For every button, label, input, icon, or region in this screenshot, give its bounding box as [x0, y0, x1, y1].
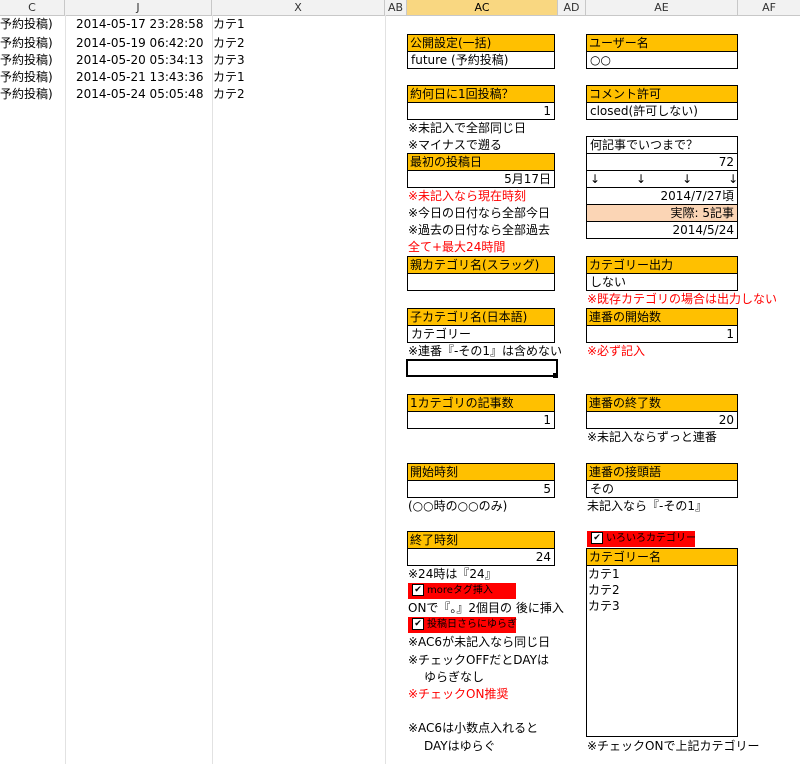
checkmark-icon: ✔: [412, 584, 424, 596]
schedule-category[interactable]: カテ2: [213, 86, 245, 102]
category-name-list[interactable]: カテ1 カテ2 カテ3: [586, 565, 738, 737]
child-category-value[interactable]: カテゴリー: [407, 325, 555, 343]
comment-permission-value[interactable]: closed(許可しない): [586, 102, 738, 120]
arrow-row: ↓ ↓ ↓ ↓: [586, 170, 738, 188]
serial-end-label: 連番の終了数: [586, 394, 738, 412]
checkmark-icon: ✔: [591, 532, 603, 544]
note-past: ※過去の日付なら全部過去: [408, 223, 551, 237]
schedule-datetime[interactable]: 2014-05-21 13:43:36: [76, 69, 203, 85]
interval-label: 約何日に1回投稿？: [407, 85, 555, 103]
public-setting-label: 公開設定(一括): [407, 34, 555, 52]
column-header-c[interactable]: C: [0, 0, 65, 15]
date-fuzz-checkbox[interactable]: ✔ 投稿日さらにゆらぎ: [408, 617, 517, 633]
category-name-label: カテゴリー名: [586, 548, 738, 566]
serial-required-note: ※必ず記入: [587, 344, 646, 358]
note-decimal-1: ※AC6は小数点入れると: [408, 721, 539, 735]
gridline: [65, 15, 66, 764]
schedule-type[interactable]: 予約投稿): [0, 35, 53, 51]
note-decimal-2: DAYはゆらぐ: [424, 739, 496, 753]
note-on: ONで『。』2個目の 後に挿入: [408, 601, 564, 615]
note-recommend: ※チェックON推奨: [408, 687, 509, 701]
serial-end-note: ※未記入ならずっと連番: [587, 430, 717, 444]
more-tag-checkbox-label: moreタグ挿入: [427, 585, 493, 596]
parent-category-label: 親カテゴリ名(スラッグ): [407, 256, 555, 274]
checkmark-icon: ✔: [412, 618, 424, 630]
gridline: [212, 15, 213, 764]
interval-value[interactable]: 1: [407, 102, 555, 120]
note-off-1: ※チェックOFFだとDAYは: [408, 653, 549, 667]
serial-end-value[interactable]: 20: [586, 411, 738, 429]
schedule-type[interactable]: 予約投稿): [0, 69, 53, 85]
articles-per-category-value[interactable]: 1: [407, 411, 555, 429]
column-header-bar: C J X AB AC AD AE AF: [0, 0, 800, 16]
actual-count: 実際: 5記事: [586, 204, 738, 222]
column-header-af[interactable]: AF: [738, 0, 800, 15]
end-time-label: 終了時刻: [407, 531, 555, 549]
prefix-label: 連番の接頭語: [586, 463, 738, 481]
note-today: ※今日の日付なら全部今日: [408, 206, 551, 220]
column-header-ad[interactable]: AD: [558, 0, 586, 15]
start-time-note: (○○時の○○のみ): [408, 499, 508, 513]
category-output-value[interactable]: しない: [586, 273, 738, 291]
schedule-datetime[interactable]: 2014-05-20 05:34:13: [76, 52, 203, 68]
multi-category-checkbox-label: いろいろカテゴリー: [606, 533, 696, 544]
note-24: ※24時は『24』: [408, 567, 497, 581]
start-time-label: 開始時刻: [407, 463, 555, 481]
date-fuzz-checkbox-label: 投稿日さらにゆらぎ: [427, 619, 517, 630]
serial-start-value[interactable]: 1: [586, 325, 738, 343]
public-setting-value[interactable]: future (予約投稿): [407, 51, 555, 69]
category-name-item[interactable]: カテ1: [587, 566, 737, 582]
column-header-ae[interactable]: AE: [586, 0, 738, 15]
articles-per-category-label: 1カテゴリの記事数: [407, 394, 555, 412]
schedule-category[interactable]: カテ3: [213, 52, 245, 68]
user-name-value[interactable]: ○○: [586, 51, 738, 69]
comment-permission-label: コメント許可: [586, 85, 738, 103]
bottom-note: ※チェックONで上記カテゴリー: [587, 739, 760, 753]
category-output-label: カテゴリー出力: [586, 256, 738, 274]
category-output-note: ※既存カテゴリの場合は出力しない: [587, 292, 778, 306]
until-date: 2014/7/27頃: [586, 187, 738, 205]
parent-category-value[interactable]: [407, 273, 555, 291]
note-now: ※未記入なら現在時刻: [408, 189, 527, 203]
schedule-category[interactable]: カテ2: [213, 35, 245, 51]
start-time-value[interactable]: 5: [407, 480, 555, 498]
prefix-note: 未記入なら『-その1』: [587, 499, 707, 513]
first-post-value[interactable]: 5月17日: [407, 170, 555, 188]
first-post-label: 最初の投稿日: [407, 153, 555, 171]
actual-date: 2014/5/24: [586, 221, 738, 239]
schedule-type[interactable]: 予約投稿): [0, 52, 53, 68]
note-max: 全て+最大24時間: [408, 240, 506, 254]
gridline: [385, 15, 386, 764]
category-name-item[interactable]: カテ3: [587, 598, 737, 614]
column-header-ab[interactable]: AB: [385, 0, 407, 15]
active-cell-selection[interactable]: [406, 359, 558, 377]
user-name-label: ユーザー名: [586, 34, 738, 52]
schedule-category[interactable]: カテ1: [213, 69, 245, 85]
column-header-x[interactable]: X: [212, 0, 385, 15]
child-category-label: 子カテゴリ名(日本語): [407, 308, 555, 326]
schedule-category[interactable]: カテ1: [213, 16, 245, 32]
down-arrows-icon: ↓ ↓ ↓ ↓: [590, 172, 739, 186]
schedule-datetime[interactable]: 2014-05-24 05:05:48: [76, 86, 203, 102]
fill-handle[interactable]: [553, 373, 558, 378]
schedule-type[interactable]: 予約投稿): [0, 16, 53, 32]
column-header-ac[interactable]: AC: [407, 0, 558, 15]
serial-start-label: 連番の開始数: [586, 308, 738, 326]
prefix-value[interactable]: その: [586, 480, 738, 498]
note-serial: ※連番『-その1』は含めない: [408, 344, 563, 358]
until-label: 何記事でいつまで？: [586, 136, 738, 154]
until-value[interactable]: 72: [586, 153, 738, 171]
end-time-value[interactable]: 24: [407, 548, 555, 566]
note-blank-same: ※未記入で全部同じ日: [408, 121, 527, 135]
note-minus: ※マイナスで遡る: [408, 138, 502, 152]
multi-category-checkbox[interactable]: ✔ いろいろカテゴリー: [587, 531, 696, 547]
column-header-j[interactable]: J: [65, 0, 212, 15]
schedule-datetime[interactable]: 2014-05-19 06:42:20: [76, 35, 203, 51]
more-tag-checkbox[interactable]: ✔ moreタグ挿入: [408, 583, 516, 599]
schedule-datetime[interactable]: 2014-05-17 23:28:58: [76, 16, 203, 32]
note-ac6: ※AC6が未記入なら同じ日: [408, 635, 551, 649]
schedule-type[interactable]: 予約投稿): [0, 86, 53, 102]
note-off-2: ゆらぎなし: [424, 670, 485, 684]
category-name-item[interactable]: カテ2: [587, 582, 737, 598]
